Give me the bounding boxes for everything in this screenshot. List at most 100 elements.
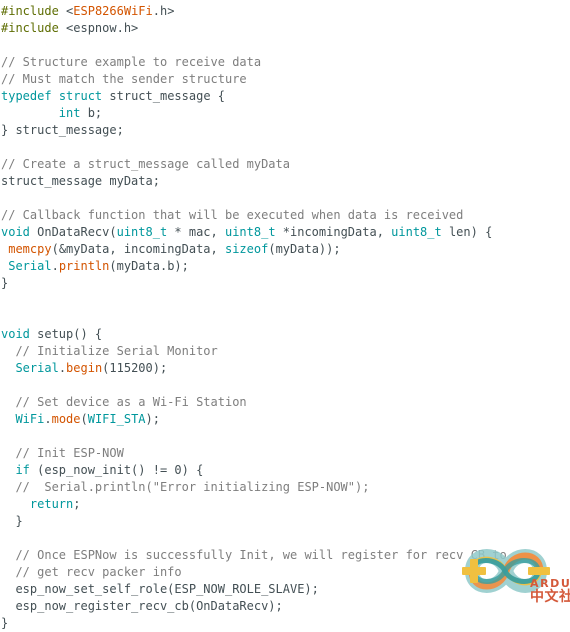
code-line[interactable]: // Once ESPNow is successfully Init, we …	[1, 547, 570, 564]
code-token-plain: }	[1, 514, 23, 528]
code-line[interactable]: Serial.println(myData.b);	[1, 258, 570, 275]
code-token-type: uint8_t	[391, 225, 442, 239]
code-token-comment: // Initialize Serial Monitor	[15, 344, 218, 358]
code-line[interactable]: // Structure example to receive data	[1, 54, 570, 71]
code-token-type: int	[58, 106, 81, 120]
code-token-plain: esp_now_register_recv_cb(OnDataRecv);	[1, 599, 283, 613]
code-token-plain: b;	[80, 106, 103, 120]
code-line[interactable]: }	[1, 615, 570, 632]
code-token-plain: (myData));	[268, 242, 341, 256]
code-token-obj: Serial	[8, 259, 52, 273]
code-token-plain: }	[1, 616, 9, 630]
code-line[interactable]: }	[1, 275, 570, 292]
code-token-obj: Serial	[15, 361, 59, 375]
code-token-plain: (myData.b);	[109, 259, 189, 273]
code-token-plain: ;	[73, 497, 81, 511]
code-line[interactable]: struct_message myData;	[1, 173, 570, 190]
code-token-plain: setup() {	[29, 327, 103, 341]
code-line[interactable]	[1, 37, 570, 54]
code-token-plain: (	[80, 412, 88, 426]
code-line[interactable]: // Set device as a Wi-Fi Station	[1, 394, 570, 411]
code-token-comment: // Structure example to receive data	[1, 55, 262, 69]
code-token-func: begin	[66, 361, 103, 375]
code-token-plain: len) {	[441, 225, 493, 239]
code-line[interactable]	[1, 530, 570, 547]
code-token-number: 0	[174, 463, 182, 477]
code-line[interactable]: // Serial.println("Error initializing ES…	[1, 479, 570, 496]
code-line[interactable]	[1, 309, 570, 326]
code-token-plain: }	[1, 276, 9, 290]
code-token-func: println	[58, 259, 110, 273]
code-line[interactable]: WiFi.mode(WIFI_STA);	[1, 411, 570, 428]
code-line[interactable]: } struct_message;	[1, 122, 570, 139]
code-token-comment: // get recv packer info	[15, 565, 182, 579]
code-line[interactable]: memcpy(&myData, incomingData, sizeof(myD…	[1, 241, 570, 258]
code-line[interactable]: return;	[1, 496, 570, 513]
code-token-comment: // Create a struct_message called myData	[1, 157, 290, 171]
code-line[interactable]: #include <ESP8266WiFi.h>	[1, 3, 570, 20]
code-token-plain: * mac,	[167, 225, 225, 239]
code-token-plain: (&myData, incomingData,	[51, 242, 225, 256]
code-line[interactable]: // get recv packer info	[1, 564, 570, 581]
code-line[interactable]: void OnDataRecv(uint8_t * mac, uint8_t *…	[1, 224, 570, 241]
code-token-plain: .	[58, 361, 67, 375]
code-token-keyword: sizeof	[224, 242, 269, 256]
code-line[interactable]: void setup() {	[1, 326, 570, 343]
code-line[interactable]: typedef struct struct_message {	[1, 88, 570, 105]
code-line[interactable]: // Initialize Serial Monitor	[1, 343, 570, 360]
code-line[interactable]	[1, 190, 570, 207]
code-token-plain: .h>	[152, 4, 175, 18]
code-token-number: 115200	[109, 361, 153, 375]
code-token-obj: WiFi	[15, 412, 45, 426]
source-code-block[interactable]: #include <ESP8266WiFi.h> #include <espnow…	[1, 3, 570, 632]
code-token-comment: // Callback function that will be execut…	[1, 208, 464, 222]
code-token-plain: struct_message {	[102, 89, 225, 103]
code-token-keyword: void	[1, 327, 30, 341]
code-token-preproc: #include	[1, 4, 67, 18]
code-line[interactable]: esp_now_set_self_role(ESP_NOW_ROLE_SLAVE…	[1, 581, 570, 598]
code-token-plain: struct_message myData;	[1, 174, 160, 188]
code-line[interactable]: if (esp_now_init() != 0) {	[1, 462, 570, 479]
code-line[interactable]: #include <espnow.h>	[1, 20, 570, 37]
code-token-plain: OnDataRecv(	[29, 225, 117, 239]
code-token-type: uint8_t	[224, 225, 276, 239]
code-token-comment: // Serial.println("Error initializing ES…	[15, 480, 370, 494]
code-line[interactable]: // Callback function that will be execut…	[1, 207, 570, 224]
code-line[interactable]: Serial.begin(115200);	[1, 360, 570, 377]
code-token-plain: } struct_message;	[1, 123, 124, 137]
code-token-plain: .	[44, 412, 52, 426]
code-token-comment: // Init ESP-NOW	[15, 446, 124, 460]
code-editor-canvas: #include <ESP8266WiFi.h> #include <espnow…	[0, 0, 570, 630]
code-line[interactable]: // Create a struct_message called myData	[1, 156, 570, 173]
code-token-plain: (esp_now_init() !=	[29, 463, 175, 477]
code-token-keyword: struct	[58, 89, 103, 103]
code-line[interactable]: int b;	[1, 105, 570, 122]
code-token-keyword: if	[15, 463, 30, 477]
code-line[interactable]: }	[1, 513, 570, 530]
code-token-plain: );	[145, 412, 160, 426]
code-line[interactable]	[1, 377, 570, 394]
code-token-plain: ) {	[181, 463, 204, 477]
code-token-plain: );	[152, 361, 168, 375]
code-line[interactable]	[1, 139, 570, 156]
code-line[interactable]	[1, 292, 570, 309]
code-token-lib: ESP8266WiFi	[73, 4, 153, 18]
code-token-plain: .	[51, 259, 59, 273]
code-line[interactable]: // Init ESP-NOW	[1, 445, 570, 462]
code-token-keyword: typedef	[1, 89, 52, 103]
code-token-const: WIFI_STA	[87, 412, 146, 426]
code-line[interactable]	[1, 428, 570, 445]
code-token-type: uint8_t	[116, 225, 168, 239]
code-line[interactable]: // Must match the sender structure	[1, 71, 570, 88]
code-token-comment: // Must match the sender structure	[1, 72, 247, 86]
